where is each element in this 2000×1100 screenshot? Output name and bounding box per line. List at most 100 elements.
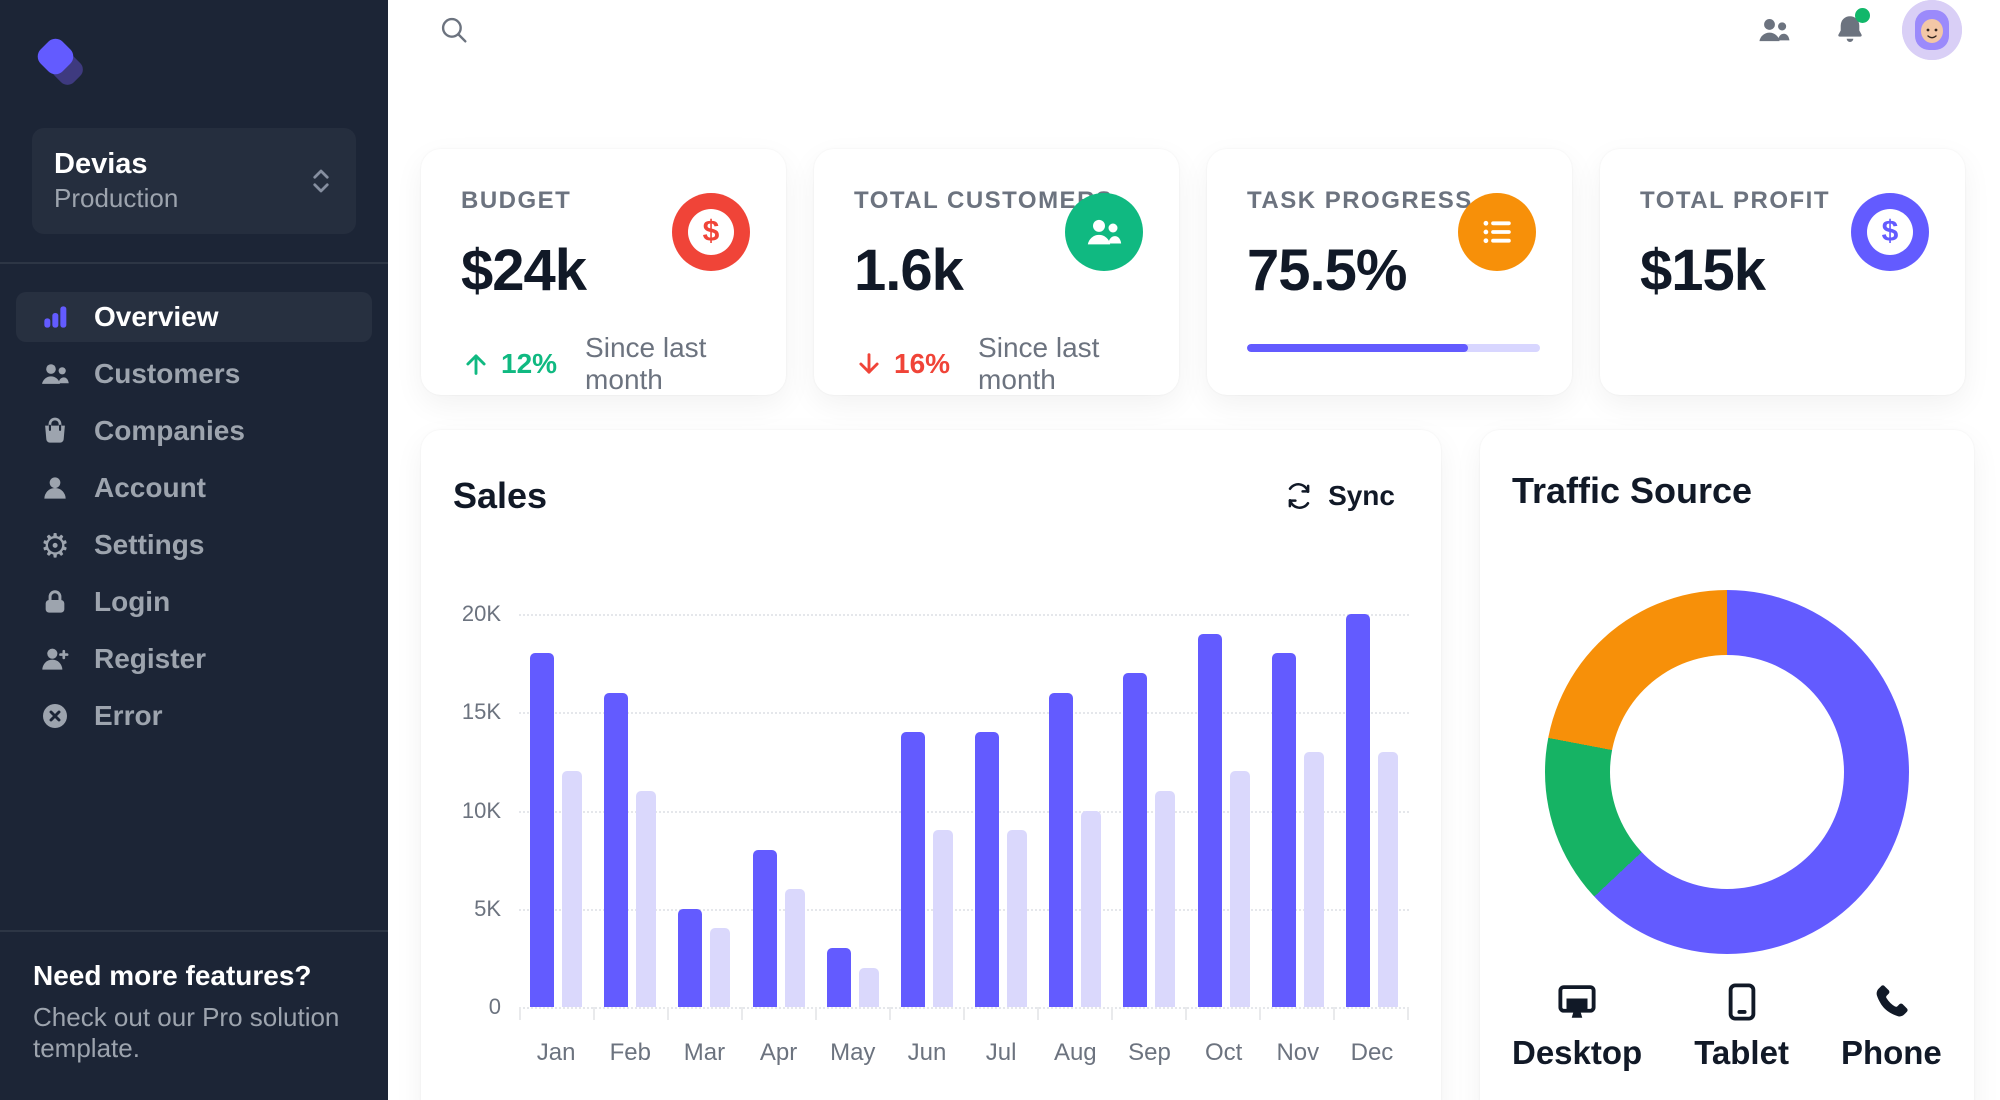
sales-card: Sales Sync 20K 15K 10K 5K 0 Jan Feb Mar … <box>421 430 1441 1100</box>
x-axis-tick <box>593 1007 595 1020</box>
bar-nov-last-year <box>1303 751 1324 1007</box>
sidebar-item-settings[interactable]: ⚙ Settings <box>16 520 372 570</box>
x-axis-tick <box>1185 1007 1187 1020</box>
bar-mar-this-year <box>678 908 703 1007</box>
bar-group-may <box>816 614 890 1007</box>
device-label: Desktop <box>1512 1034 1643 1071</box>
sales-title: Sales <box>453 475 548 516</box>
sidebar-item-customers[interactable]: Customers <box>16 349 372 399</box>
x-axis-tick <box>1037 1007 1039 1020</box>
users-solid-icon <box>1084 212 1124 252</box>
devias-logo-icon[interactable] <box>32 36 94 98</box>
sidebar-item-label: Login <box>94 586 171 618</box>
bar-group-jun <box>890 614 964 1007</box>
chart-bar-icon <box>38 300 72 334</box>
contacts-icon <box>1759 19 1790 42</box>
x-axis-tick <box>815 1007 817 1020</box>
chart-bars <box>519 614 1409 1007</box>
list-icon <box>1478 213 1516 251</box>
x-axis-label: Aug <box>1053 1039 1097 1066</box>
trend-value: 12% <box>501 348 558 379</box>
bar-aug-this-year <box>1049 692 1074 1007</box>
charts-row: Sales Sync 20K 15K 10K 5K 0 Jan Feb Mar … <box>421 430 1974 1100</box>
sync-button[interactable]: Sync <box>1270 470 1409 522</box>
bar-group-jan <box>519 614 593 1007</box>
stats-row: BUDGET $24k $12% Since last month TOTAL CUST… <box>421 149 1965 395</box>
x-axis-tick <box>1407 1007 1409 1020</box>
sidebar-item-label: Error <box>94 700 163 732</box>
device-label: Phone <box>1840 1034 1942 1071</box>
sidebar-item-overview[interactable]: Overview <box>16 292 372 343</box>
bar-dec-last-year <box>1377 751 1398 1007</box>
bar-group-aug <box>1038 614 1112 1007</box>
arrow-up-icon <box>461 349 491 379</box>
x-axis-tick <box>1111 1007 1113 1020</box>
x-axis-label: Apr <box>759 1039 798 1066</box>
x-axis-label: Jan <box>536 1039 576 1066</box>
bar-feb-last-year <box>636 790 657 1007</box>
device-label: Tablet <box>1694 1034 1789 1071</box>
stat-avatar: $ <box>1851 193 1929 271</box>
x-axis-label: Nov <box>1276 1039 1320 1066</box>
stat-avatar <box>1458 193 1536 271</box>
user-plus-icon <box>38 642 72 676</box>
arrow-down-icon <box>854 349 884 379</box>
bar-feb-this-year <box>604 692 629 1007</box>
device-tablet: Tablet <box>1694 980 1789 1072</box>
stat-avatar: $ <box>672 193 750 271</box>
device-desktop: Desktop <box>1512 980 1642 1072</box>
sidebar-item-label: Customers <box>94 358 241 390</box>
x-axis-label: Dec <box>1350 1039 1394 1066</box>
sidebar-item-label: Account <box>94 472 206 504</box>
y-axis-tick-label: 20K <box>461 601 501 626</box>
sidebar-item-login[interactable]: Login <box>16 577 372 627</box>
search-button[interactable] <box>430 6 478 54</box>
sidebar-footer: Need more features? Check out our Pro so… <box>0 930 388 1100</box>
bar-dec-this-year <box>1345 614 1370 1007</box>
sidebar-item-account[interactable]: Account <box>16 463 372 513</box>
workspace-environment: Production <box>54 183 179 214</box>
task-progress-fill <box>1247 344 1469 352</box>
bar-aug-last-year <box>1081 810 1102 1007</box>
x-axis-tick <box>963 1007 965 1020</box>
trend-caption: Since last month <box>585 332 707 395</box>
bar-jul-this-year <box>975 731 1000 1007</box>
sales-bar-chart: 20K 15K 10K 5K 0 <box>453 601 1409 1020</box>
task-progress-bar <box>1247 344 1540 352</box>
bar-group-sep <box>1112 614 1186 1007</box>
x-axis-label: Feb <box>609 1039 651 1066</box>
x-circle-icon <box>38 699 72 733</box>
bar-group-feb <box>593 614 667 1007</box>
chevron-up-down-icon <box>313 169 329 193</box>
topbar-actions <box>1750 0 1962 60</box>
search-icon <box>441 17 467 43</box>
x-axis-tick <box>741 1007 743 1020</box>
workspace-selector[interactable]: Devias Production <box>32 128 356 235</box>
sidebar-top: Devias Production <box>0 0 388 235</box>
x-axis-label: Mar <box>683 1039 726 1066</box>
bar-group-apr <box>742 614 816 1007</box>
sidebar-item-register[interactable]: Register <box>16 634 372 684</box>
top-bar <box>388 0 2000 60</box>
y-axis-tick-label: 5K <box>474 895 501 921</box>
sales-card-header: Sales Sync <box>453 470 1409 522</box>
sidebar-item-companies[interactable]: Companies <box>16 406 372 456</box>
x-axis-tick <box>1259 1007 1261 1020</box>
chart-plot-area <box>519 614 1409 1020</box>
x-axis-tick <box>519 1007 521 1020</box>
dashboard-app: Devias Production Overview Customers Compa… <box>0 0 2000 1100</box>
trend-value: 16% <box>894 348 951 379</box>
workspace-info: Devias Production <box>54 146 178 216</box>
bar-apr-last-year <box>784 889 805 1007</box>
sidebar-item-error[interactable]: Error <box>16 691 372 741</box>
contacts-button[interactable] <box>1750 6 1798 54</box>
notifications-button[interactable] <box>1826 6 1874 54</box>
bar-group-oct <box>1187 614 1261 1007</box>
bar-oct-last-year <box>1229 771 1250 1007</box>
user-avatar[interactable] <box>1902 0 1962 60</box>
chart-x-labels: Jan Feb Mar Apr May Jun Jul Aug Sep Oct Nov Dec <box>519 1039 1409 1067</box>
monitor-icon <box>1555 980 1599 1024</box>
bar-may-this-year <box>826 948 851 1007</box>
sidebar-item-label: Overview <box>94 301 219 333</box>
shopping-bag-icon <box>38 414 72 448</box>
